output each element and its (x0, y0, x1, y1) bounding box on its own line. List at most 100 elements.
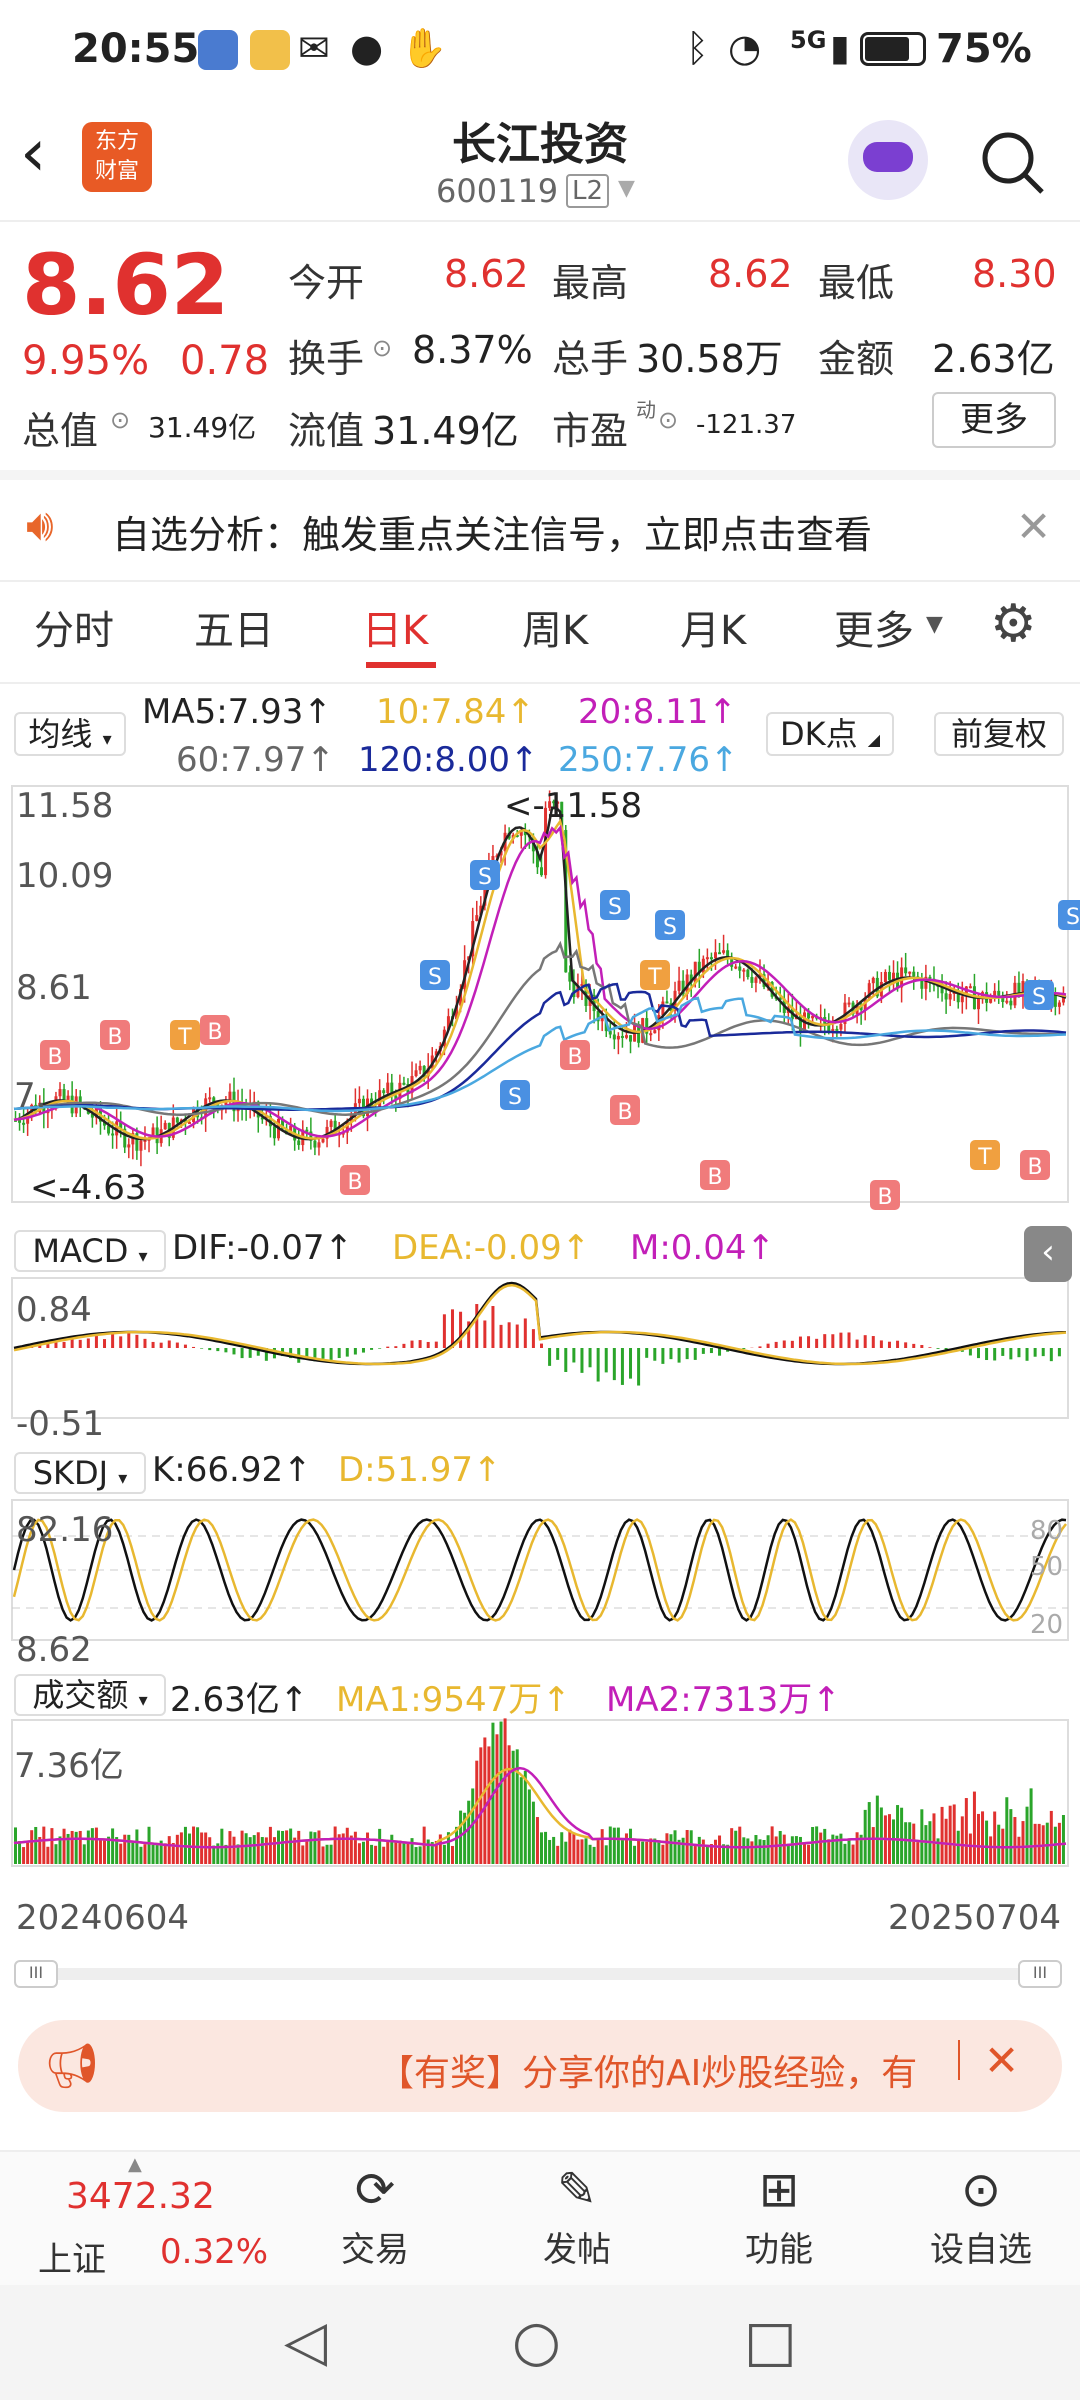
add-watchlist-button[interactable]: ⊙ 设自选 (916, 2158, 1046, 2271)
scroll-right-handle[interactable]: III (1018, 1960, 1062, 1988)
index-change[interactable]: 0.32% (160, 2232, 268, 2272)
adjust-price-button[interactable]: 前复权 (934, 712, 1064, 756)
volume-bar (823, 1828, 827, 1864)
home-nav-icon[interactable]: ○ (512, 2309, 561, 2374)
index-name[interactable]: 上证 (38, 2232, 106, 2281)
volume-bar (361, 1841, 365, 1864)
trade-signal-label: B (567, 1045, 582, 1070)
kdj-y-max: 82.16 (16, 1510, 114, 1550)
volume-bar (798, 1836, 802, 1864)
code-dropdown-icon[interactable]: ▼ (618, 176, 635, 201)
macd-bar (572, 1348, 576, 1363)
kdj-y-min: 8.62 (16, 1630, 92, 1670)
volume-bar (900, 1807, 904, 1864)
collapse-panel-button[interactable]: ‹ (1024, 1226, 1072, 1282)
gear-icon[interactable]: ⚙ (990, 594, 1037, 654)
macd-bar (718, 1348, 722, 1356)
macd-select[interactable]: MACD ▾ (14, 1230, 166, 1272)
macd-bar (216, 1348, 220, 1352)
macd-bar (78, 1339, 82, 1348)
macd-bar (200, 1348, 204, 1349)
close-icon[interactable]: ✕ (1016, 502, 1051, 551)
volume-bar (588, 1844, 592, 1864)
candle (58, 1089, 62, 1097)
volume-select[interactable]: 成交额 ▾ (14, 1674, 166, 1716)
close-icon[interactable]: ✕ (984, 2036, 1019, 2085)
volume-bar (244, 1833, 248, 1864)
back-nav-icon[interactable]: ◁ (284, 2309, 327, 2374)
trade-button[interactable]: ⟳ 交易 (310, 2158, 440, 2271)
volume-bar (592, 1846, 596, 1864)
info-icon[interactable]: ⊙ (658, 406, 678, 434)
info-icon[interactable]: ⊙ (110, 406, 130, 434)
kdj-select[interactable]: SKDJ ▾ (14, 1452, 146, 1494)
volume-bar (511, 1750, 515, 1864)
macd-bar (1041, 1348, 1045, 1357)
candle (976, 998, 980, 1010)
kline-chart-area[interactable]: BB T BBSSSBSTSBBBT BSS (0, 780, 1080, 1890)
more-quote-button[interactable]: 更多 (932, 392, 1056, 448)
macd-line (13, 1283, 1067, 1366)
trade-signal-label: B (1027, 1155, 1042, 1180)
macd-bar (540, 1343, 543, 1348)
promo-banner[interactable]: 📢︎ 【有奖】分享你的AI炒股经验，有 ✕ (18, 2020, 1062, 2112)
volume-bar (450, 1845, 454, 1864)
volume-bar (519, 1777, 523, 1864)
recent-nav-icon[interactable]: □ (744, 2309, 797, 2374)
candle (718, 952, 722, 955)
macd-bar (378, 1348, 382, 1349)
volume-bar (90, 1828, 94, 1864)
volume-bar (847, 1840, 851, 1864)
ai-robot-avatar[interactable] (848, 120, 928, 200)
volume-bar (641, 1841, 645, 1864)
ma5-label: MA5:7.93↑ (142, 692, 332, 732)
volume-bar (762, 1839, 766, 1864)
post-button[interactable]: ✎ 发帖 (512, 2158, 642, 2271)
tab-weekly-k[interactable]: 周K (522, 598, 588, 656)
info-icon[interactable]: ⊙ (372, 334, 392, 362)
trade-signal-label: S (1066, 905, 1080, 930)
macd-bar (798, 1336, 802, 1348)
volume-bar (920, 1809, 924, 1864)
index-value[interactable]: 3472.32 (66, 2176, 215, 2217)
volume-bar (956, 1830, 960, 1864)
macd-bar (175, 1342, 179, 1348)
volume-bar (248, 1837, 252, 1864)
macd-bar (94, 1334, 98, 1348)
volume-bar (673, 1830, 677, 1864)
function-button[interactable]: ⊞ 功能 (714, 2158, 844, 2271)
candle (653, 1030, 657, 1034)
volume-bar (976, 1813, 980, 1864)
tab-daily-k[interactable]: 日K (362, 598, 428, 656)
volume-bar (645, 1841, 649, 1864)
index-arrow-icon: ▲ (128, 2154, 142, 2175)
search-icon[interactable] (978, 128, 1048, 198)
volume-bar (904, 1822, 908, 1864)
volume-bar (940, 1806, 944, 1864)
volume-bar (78, 1830, 82, 1864)
candle (163, 1122, 167, 1130)
ma-select[interactable]: 均线 ▾ (14, 712, 126, 756)
scroll-left-handle[interactable]: III (14, 1960, 58, 1988)
tab-more[interactable]: 更多 (834, 598, 914, 656)
volume-bar (1021, 1821, 1025, 1864)
tab-monthly-k[interactable]: 月K (680, 598, 746, 656)
macd-bar (402, 1343, 406, 1348)
volume-bar (916, 1842, 920, 1864)
dk-point-button[interactable]: DK点 ◢ (766, 712, 894, 756)
chart-scroll-track[interactable] (18, 1968, 1062, 1980)
volume-bar (718, 1835, 722, 1864)
volume-bar (629, 1828, 633, 1864)
macd-bar (499, 1324, 503, 1348)
volume-bar (742, 1837, 746, 1864)
kdj-ref-80: 80 (1030, 1516, 1064, 1546)
volume-bar (932, 1813, 936, 1864)
volume-bar (353, 1831, 357, 1864)
volume-bar (831, 1834, 835, 1864)
volume-bar (119, 1843, 123, 1864)
volume-bar (103, 1839, 107, 1864)
tab-five-day[interactable]: 五日 (194, 598, 274, 656)
tab-intraday[interactable]: 分时 (34, 598, 114, 656)
network-label: 5G (790, 26, 827, 54)
analysis-banner[interactable]: 🔊︎ 自选分析：触发重点关注信号，立即点击查看 ✕ (0, 480, 1080, 580)
